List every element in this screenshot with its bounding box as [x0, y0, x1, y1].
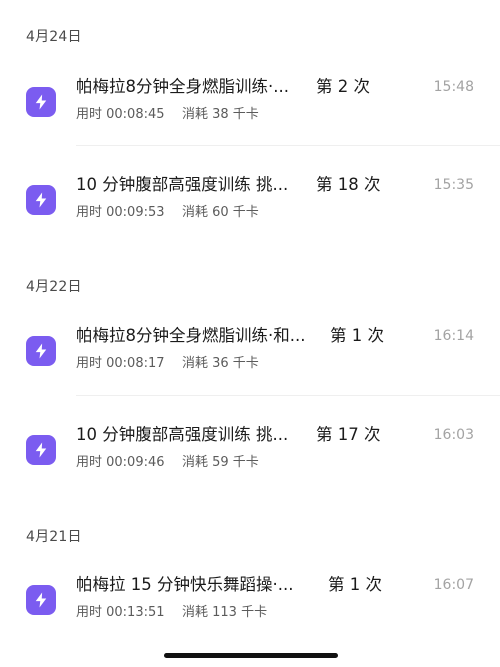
workout-record[interactable]: 帕梅拉 15 分钟快乐舞蹈操·... 第 1 次 16:07 用时 00:13:… [0, 574, 500, 634]
workout-record[interactable]: 帕梅拉8分钟全身燃脂训练·... 第 2 次 15:48 用时 00:08:45… [0, 76, 500, 136]
workout-time: 16:03 [433, 427, 474, 443]
workout-duration: 用时 00:09:46 [76, 455, 165, 470]
workout-stats: 用时 00:08:45 消耗 38 千卡 [76, 106, 259, 124]
date-header: 4月22日 [26, 279, 82, 295]
workout-duration: 用时 00:08:45 [76, 107, 165, 122]
workout-duration: 用时 00:09:53 [76, 205, 165, 220]
lightning-icon [26, 435, 56, 465]
workout-calories: 消耗 36 千卡 [182, 356, 259, 371]
workout-title: 10 分钟腹部高强度训练 挑... [76, 175, 289, 194]
lightning-icon [26, 336, 56, 366]
date-header: 4月24日 [26, 29, 82, 45]
workout-count: 第 18 次 [316, 175, 381, 194]
divider [76, 395, 500, 396]
workout-stats: 用时 00:08:17 消耗 36 千卡 [76, 355, 259, 373]
workout-record[interactable]: 帕梅拉8分钟全身燃脂训练·和... 第 1 次 16:14 用时 00:08:1… [0, 325, 500, 385]
home-indicator[interactable] [164, 653, 338, 658]
workout-count: 第 17 次 [316, 425, 381, 444]
workout-stats: 用时 00:09:53 消耗 60 千卡 [76, 204, 259, 222]
workout-stats: 用时 00:13:51 消耗 113 千卡 [76, 604, 267, 622]
lightning-icon [26, 585, 56, 615]
workout-duration: 用时 00:13:51 [76, 605, 165, 620]
workout-stats: 用时 00:09:46 消耗 59 千卡 [76, 454, 259, 472]
workout-time: 15:35 [433, 177, 474, 193]
workout-time: 15:48 [433, 79, 474, 95]
workout-time: 16:14 [433, 328, 474, 344]
divider [76, 145, 500, 146]
date-header: 4月21日 [26, 529, 82, 545]
workout-calories: 消耗 59 千卡 [182, 455, 259, 470]
workout-calories: 消耗 113 千卡 [182, 605, 268, 620]
workout-calories: 消耗 60 千卡 [182, 205, 259, 220]
workout-time: 16:07 [433, 577, 474, 593]
workout-title: 10 分钟腹部高强度训练 挑... [76, 425, 289, 444]
workout-count: 第 1 次 [328, 575, 382, 594]
workout-title: 帕梅拉8分钟全身燃脂训练·... [76, 77, 289, 96]
workout-count: 第 1 次 [330, 326, 384, 345]
workout-duration: 用时 00:08:17 [76, 356, 165, 371]
lightning-icon [26, 87, 56, 117]
workout-title: 帕梅拉 15 分钟快乐舞蹈操·... [76, 575, 294, 594]
lightning-icon [26, 185, 56, 215]
workout-record[interactable]: 10 分钟腹部高强度训练 挑... 第 18 次 15:35 用时 00:09:… [0, 174, 500, 234]
workout-title: 帕梅拉8分钟全身燃脂训练·和... [76, 326, 306, 345]
workout-record[interactable]: 10 分钟腹部高强度训练 挑... 第 17 次 16:03 用时 00:09:… [0, 424, 500, 484]
workout-count: 第 2 次 [316, 77, 370, 96]
workout-calories: 消耗 38 千卡 [182, 107, 259, 122]
